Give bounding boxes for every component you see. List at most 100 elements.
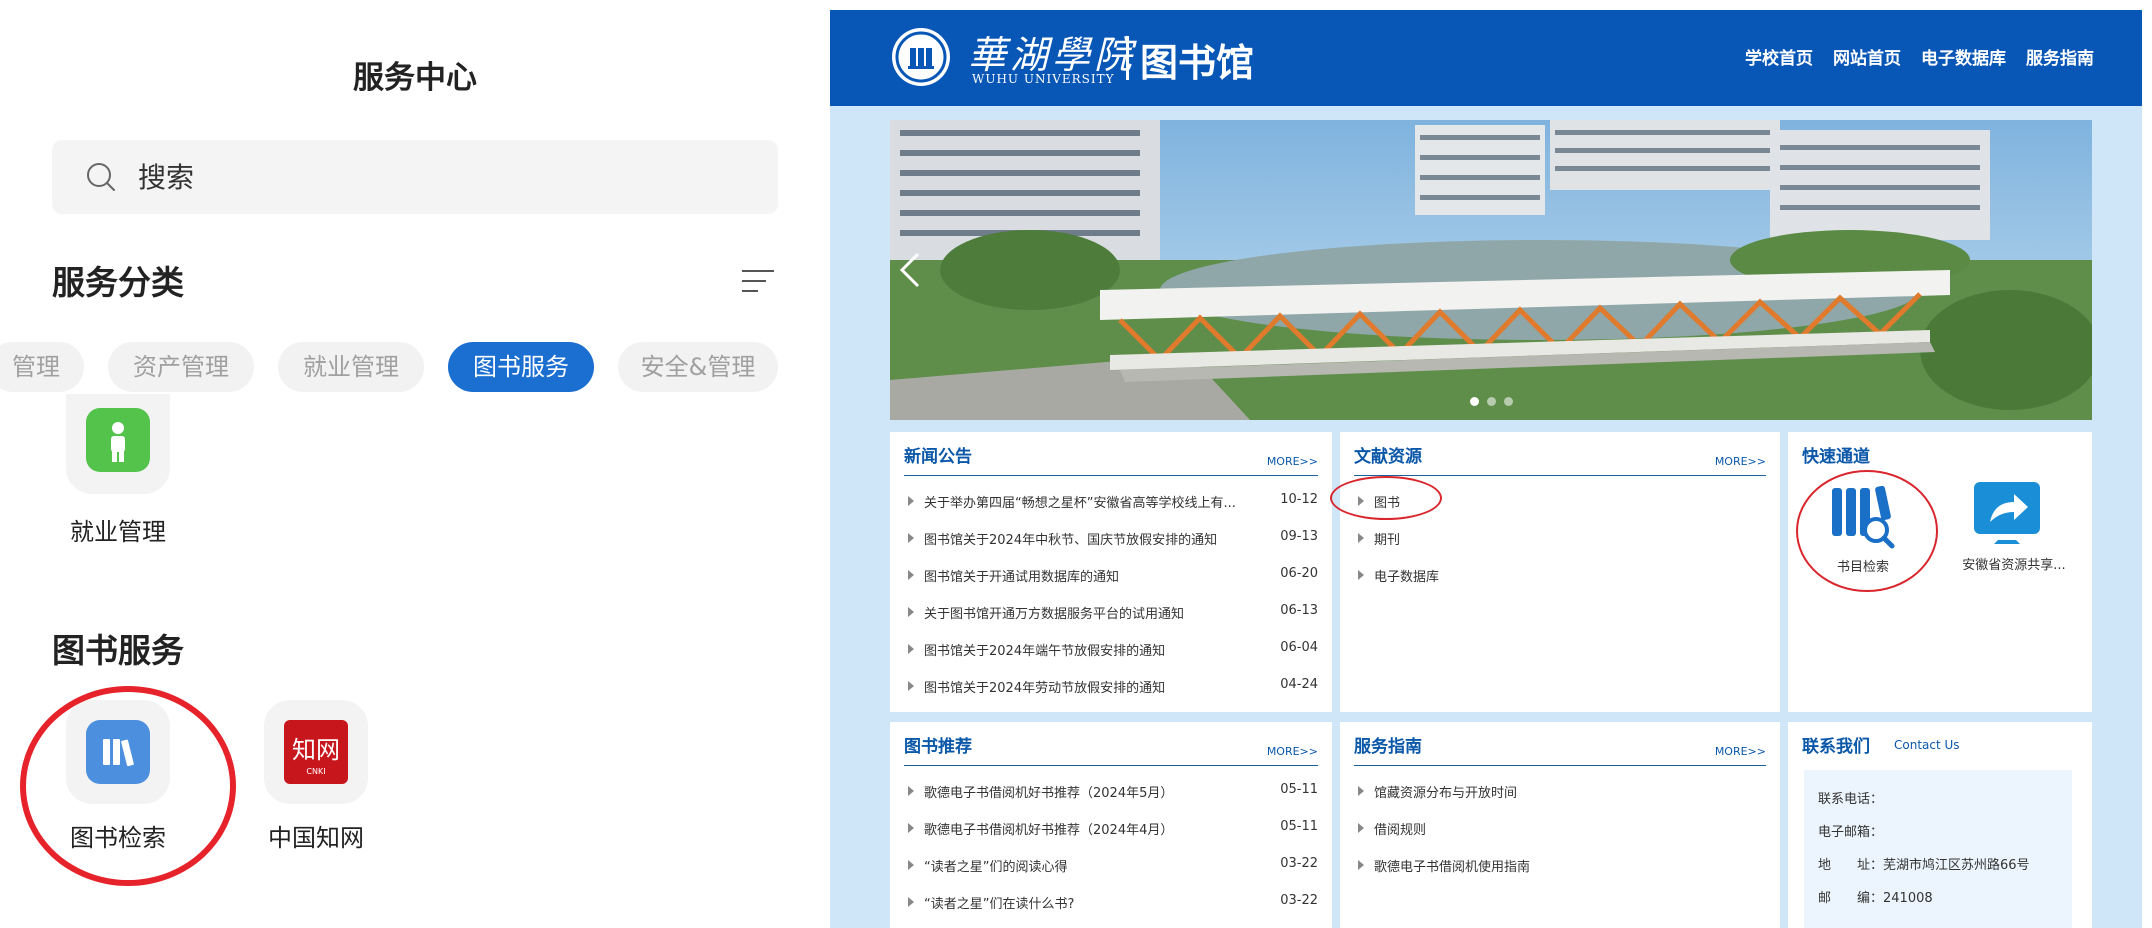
- chip-employment-management[interactable]: 就业管理: [278, 342, 424, 392]
- news-more-link[interactable]: MORE>>: [1267, 455, 1318, 468]
- bullet-arrow-icon: [908, 607, 914, 617]
- bullet-arrow-icon: [1358, 860, 1364, 870]
- news-item[interactable]: 图书馆关于2024年端午节放假安排的通知 06-04: [908, 640, 1318, 660]
- svg-text:知网: 知网: [292, 736, 340, 764]
- news-panel: 新闻公告 MORE>> 关于举办第四届“畅想之星杯”安徽省高等学校线上有... 1…: [890, 432, 1332, 712]
- resource-item-journals[interactable]: 期刊: [1358, 529, 1766, 549]
- guide-item-label[interactable]: 歌德电子书借阅机使用指南: [1374, 856, 1530, 875]
- news-item-text[interactable]: 关于举办第四届“畅想之星杯”安徽省高等学校线上有...: [924, 492, 1254, 511]
- banner-dot-active[interactable]: [1469, 397, 1479, 406]
- sort-menu-icon[interactable]: [740, 266, 776, 296]
- recommend-item[interactable]: “读者之星”们在读什么书? 03-22: [908, 893, 1318, 913]
- person-icon: [86, 408, 150, 472]
- news-item[interactable]: 图书馆关于开通试用数据库的通知 06-20: [908, 566, 1318, 586]
- news-item-text[interactable]: 图书馆关于2024年中秋节、国庆节放假安排的通知: [924, 529, 1254, 548]
- contact-panel-title: 联系我们: [1802, 737, 1870, 757]
- recommend-item-date: 03-22: [1280, 893, 1318, 908]
- guide-panel-header: 服务指南 MORE>>: [1354, 732, 1766, 766]
- contact-address: 地 址：芜湖市鸠江区苏州路66号: [1818, 858, 2030, 873]
- nav-site-home[interactable]: 网站首页: [1833, 44, 1901, 69]
- resources-more-link[interactable]: MORE>>: [1715, 455, 1766, 468]
- nav-school-home[interactable]: 学校首页: [1745, 44, 1813, 69]
- recommend-item[interactable]: 歌德电子书借阅机好书推荐（2024年4月） 05-11: [908, 819, 1318, 839]
- highlight-ring: [1330, 476, 1442, 520]
- news-panel-header: 新闻公告 MORE>>: [904, 442, 1318, 476]
- bullet-arrow-icon: [1358, 533, 1364, 543]
- campus-banner: [890, 120, 2092, 420]
- news-panel-title: 新闻公告: [904, 447, 972, 467]
- quick-access-panel: 快速通道 书目检索 安徽省资源共享...: [1788, 432, 2092, 712]
- university-emblem-icon: [892, 28, 950, 86]
- news-item-date: 09-13: [1280, 529, 1318, 544]
- bullet-arrow-icon: [908, 786, 914, 796]
- banner-pagination: [890, 391, 2092, 410]
- bullet-arrow-icon: [908, 681, 914, 691]
- news-item[interactable]: 图书馆关于2024年中秋节、国庆节放假安排的通知 09-13: [908, 529, 1318, 549]
- logo-divider: [1126, 36, 1129, 80]
- recommend-item-text[interactable]: “读者之星”们的阅读心得: [924, 856, 1067, 875]
- cnki-logo: 知网 CNKI: [284, 720, 348, 784]
- search-icon: [87, 163, 115, 191]
- recommend-item-text[interactable]: “读者之星”们在读什么书?: [924, 893, 1074, 912]
- recommend-item[interactable]: 歌德电子书借阅机好书推荐（2024年5月） 05-11: [908, 782, 1318, 802]
- recommend-item[interactable]: “读者之星”们的阅读心得 03-22: [908, 856, 1318, 876]
- service-guide-panel: 服务指南 MORE>> 馆藏资源分布与开放时间 借阅规则 歌德电子书借阅机使用指…: [1340, 722, 1780, 928]
- resources-panel-title: 文献资源: [1354, 447, 1422, 467]
- nav-service-guide[interactable]: 服务指南: [2026, 44, 2094, 69]
- banner-prev-arrow-icon[interactable]: [898, 250, 922, 290]
- news-item[interactable]: 图书馆关于2024年劳动节放假安排的通知 04-24: [908, 677, 1318, 697]
- bullet-arrow-icon: [908, 496, 914, 506]
- bullet-arrow-icon: [908, 823, 914, 833]
- share-arrow-icon[interactable]: [1974, 482, 2040, 544]
- guide-item[interactable]: 馆藏资源分布与开放时间: [1358, 782, 1766, 802]
- contact-email: 电子邮箱：: [1818, 825, 1884, 840]
- recommend-panel-header: 图书推荐 MORE>>: [904, 732, 1318, 766]
- chip-safety-management[interactable]: 安全&管理: [618, 342, 778, 392]
- chip-management[interactable]: 管理: [0, 342, 84, 392]
- news-item-date: 06-13: [1280, 603, 1318, 618]
- guide-item[interactable]: 歌德电子书借阅机使用指南: [1358, 856, 1766, 876]
- guide-panel-title: 服务指南: [1354, 737, 1422, 757]
- contact-phone: 联系电话：: [1818, 792, 1884, 807]
- chip-library-services[interactable]: 图书服务: [448, 342, 594, 392]
- resource-item-label[interactable]: 电子数据库: [1374, 566, 1439, 585]
- cnki-app-tile[interactable]: 知网 CNKI: [264, 700, 368, 804]
- guide-item[interactable]: 借阅规则: [1358, 819, 1766, 839]
- bullet-arrow-icon: [1358, 786, 1364, 796]
- guide-item-label[interactable]: 借阅规则: [1374, 819, 1426, 838]
- bullet-arrow-icon: [908, 644, 914, 654]
- news-item-text[interactable]: 关于图书馆开通万方数据服务平台的试用通知: [924, 603, 1254, 622]
- banner-dot[interactable]: [1503, 397, 1513, 406]
- site-header: 華湖學院 WUHU UNIVERSITY 图书馆 学校首页 网站首页 电子数据库…: [830, 10, 2142, 106]
- library-website: 華湖學院 WUHU UNIVERSITY 图书馆 学校首页 网站首页 电子数据库…: [830, 10, 2142, 928]
- news-item-text[interactable]: 图书馆关于2024年劳动节放假安排的通知: [924, 677, 1254, 696]
- news-item-date: 04-24: [1280, 677, 1318, 692]
- guide-more-link[interactable]: MORE>>: [1715, 745, 1766, 758]
- recommend-item-text[interactable]: 歌德电子书借阅机好书推荐（2024年4月）: [924, 819, 1173, 838]
- logo-english-name: WUHU UNIVERSITY: [972, 72, 1115, 86]
- recommend-item-text[interactable]: 歌德电子书借阅机好书推荐（2024年5月）: [924, 782, 1173, 801]
- resource-item-edatabase[interactable]: 电子数据库: [1358, 566, 1766, 586]
- resource-item-label[interactable]: 期刊: [1374, 529, 1400, 548]
- bullet-arrow-icon: [908, 533, 914, 543]
- recommend-item-date: 05-11: [1280, 782, 1318, 797]
- employment-app-tile[interactable]: [66, 394, 170, 494]
- contact-info-box: 联系电话： 电子邮箱： 地 址：芜湖市鸠江区苏州路66号 邮 编：241008: [1804, 770, 2072, 928]
- banner-dot[interactable]: [1486, 397, 1496, 406]
- bullet-arrow-icon: [908, 570, 914, 580]
- recommend-panel-title: 图书推荐: [904, 737, 972, 757]
- chip-asset-management[interactable]: 资产管理: [108, 342, 254, 392]
- search-input[interactable]: [138, 140, 538, 214]
- search-box[interactable]: [52, 140, 778, 214]
- news-item[interactable]: 关于图书馆开通万方数据服务平台的试用通知 06-13: [908, 603, 1318, 623]
- page-title: 服务中心: [353, 60, 477, 96]
- nav-e-database[interactable]: 电子数据库: [1921, 44, 2006, 69]
- news-item-text[interactable]: 图书馆关于开通试用数据库的通知: [924, 566, 1254, 585]
- mobile-service-center: 服务中心 服务分类 管理 资产管理 就业管理 图书服务 安全&管理 就业管理 图…: [0, 0, 830, 928]
- anhui-resource-sharing-label[interactable]: 安徽省资源共享...: [1944, 554, 2084, 573]
- guide-item-label[interactable]: 馆藏资源分布与开放时间: [1374, 782, 1517, 801]
- news-item[interactable]: 关于举办第四届“畅想之星杯”安徽省高等学校线上有... 10-12: [908, 492, 1318, 512]
- logo-library-text: 图书馆: [1140, 41, 1255, 85]
- recommend-more-link[interactable]: MORE>>: [1267, 745, 1318, 758]
- news-item-text[interactable]: 图书馆关于2024年端午节放假安排的通知: [924, 640, 1254, 659]
